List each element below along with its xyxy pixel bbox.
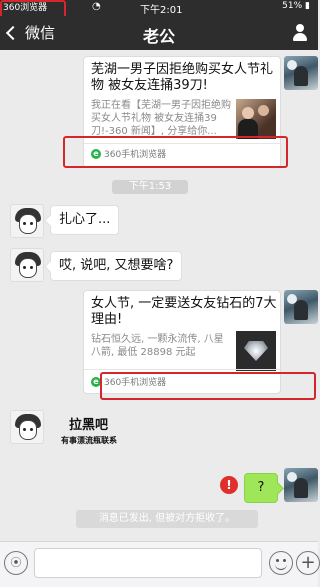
person-icon[interactable]: [292, 24, 308, 42]
system-notice: 消息已发出, 但被对方拒收了。: [76, 510, 258, 528]
received-message[interactable]: 扎心了...: [50, 205, 120, 235]
avatar[interactable]: [284, 56, 318, 90]
card-description: 钻石恒久远, 一颗永流传, 八星八箭, 最低 28898 元起: [91, 334, 224, 358]
received-image-message[interactable]: 拉黑吧 有事漂流瓶联系: [61, 414, 117, 446]
battery-icon: ▮: [305, 1, 310, 11]
card-divider: [84, 369, 280, 370]
status-time: 下午2:01: [140, 5, 183, 16]
sent-message[interactable]: ?: [244, 473, 278, 503]
send-failed-icon[interactable]: !: [220, 476, 238, 494]
avatar[interactable]: [284, 468, 318, 502]
received-message[interactable]: 哎, 说吧, 又想要啥?: [50, 251, 183, 281]
card-title: 女人节, 一定要送女友钻石的7大理由!: [91, 296, 277, 327]
message-input[interactable]: [34, 548, 262, 578]
pull-black-title: 拉黑吧: [69, 418, 109, 433]
source-highlight-box: [63, 136, 288, 168]
chat-header: 微信 老公: [0, 16, 318, 50]
card-description: 我正在看【芜湖一男子因拒绝购买女人节礼物 被女友连捅39刀!-360 新闻】, …: [91, 100, 231, 137]
wifi-icon: ◔: [92, 1, 101, 12]
battery-indicator: 51% ▮: [282, 1, 310, 11]
input-bar: ⦿ +: [0, 541, 320, 587]
chat-title: 老公: [142, 27, 175, 46]
source-highlight-box: [100, 372, 316, 400]
emoji-icon[interactable]: [269, 551, 293, 575]
card-title: 芜湖一男子因拒绝购买女人节礼物 被女友连捅39刀!: [91, 62, 274, 93]
battery-text: 51%: [282, 1, 303, 11]
plus-icon[interactable]: +: [296, 551, 320, 575]
avatar[interactable]: [10, 248, 44, 282]
avatar[interactable]: [284, 290, 318, 324]
timestamp: 下午1:53: [112, 180, 188, 194]
avatar[interactable]: [10, 410, 44, 444]
avatar[interactable]: [10, 204, 44, 238]
card-thumbnail: [236, 99, 276, 139]
pull-black-subtitle: 有事漂流瓶联系: [61, 436, 117, 445]
card-thumbnail: [236, 331, 276, 371]
voice-icon[interactable]: ⦿: [4, 551, 28, 575]
